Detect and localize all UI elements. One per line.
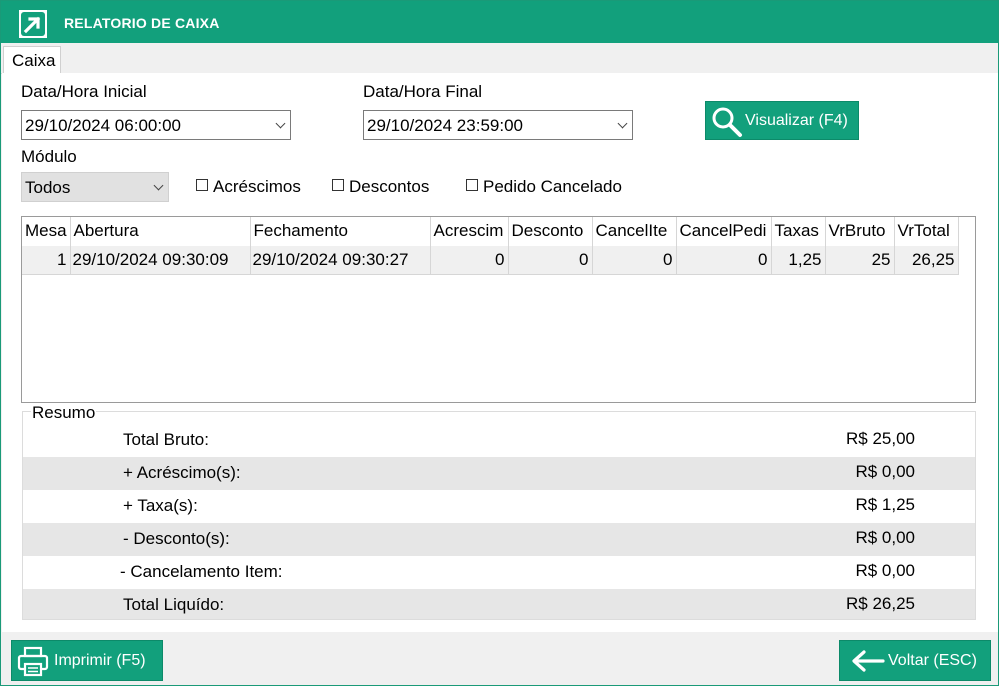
checkbox-box[interactable] xyxy=(332,179,344,191)
start-datetime-value: 29/10/2024 06:00:00 xyxy=(25,116,181,135)
table-cell[interactable]: 1,25 xyxy=(771,246,826,275)
start-datetime-picker[interactable]: 29/10/2024 06:00:00 xyxy=(21,110,291,140)
summary-label: + Acréscimo(s): xyxy=(123,463,241,482)
summary-value: R$ 26,25 xyxy=(846,594,915,613)
back-button-label: Voltar (ESC) xyxy=(888,652,977,669)
window-title: RELATORIO DE CAIXA xyxy=(64,15,220,31)
column-header[interactable]: VrTotal xyxy=(894,217,959,246)
table-cell[interactable]: 29/10/2024 09:30:09 xyxy=(70,246,251,275)
summary-value: R$ 25,00 xyxy=(846,429,915,448)
chevron-down-icon xyxy=(617,118,628,129)
summary-row-cancelamento-item: - Cancelamento Item: R$ 0,00 xyxy=(23,556,975,589)
column-header[interactable]: VrBruto xyxy=(825,217,895,246)
tab-caixa[interactable]: Caixa xyxy=(3,46,61,74)
end-datetime-label: Data/Hora Final xyxy=(363,82,483,101)
summary-label: - Desconto(s): xyxy=(123,529,230,548)
report-window: RELATORIO DE CAIXA Caixa Data/Hora Inici… xyxy=(0,0,999,686)
checkbox-descontos-label: Descontos xyxy=(349,177,430,196)
checkbox-descontos[interactable]: Descontos xyxy=(332,177,429,197)
summary-group: Resumo Total Bruto: R$ 25,00 + Acréscimo… xyxy=(22,403,976,620)
table-cell[interactable]: 26,25 xyxy=(894,246,959,275)
summary-value: R$ 1,25 xyxy=(855,495,915,514)
chevron-down-icon xyxy=(153,180,164,191)
column-header[interactable]: Desconto xyxy=(508,217,593,246)
summary-row-total-liquido: Total Liquído: R$ 26,25 xyxy=(23,589,975,619)
print-button-label: Imprimir (F5) xyxy=(54,652,146,669)
title-bar: RELATORIO DE CAIXA xyxy=(1,1,998,43)
checkbox-box[interactable] xyxy=(196,179,208,191)
column-header[interactable]: Taxas xyxy=(771,217,826,246)
table-cell[interactable]: 29/10/2024 09:30:27 xyxy=(250,246,431,275)
summary-label: - Cancelamento Item: xyxy=(120,562,283,581)
summary-row-acrescimo: + Acréscimo(s): R$ 0,00 xyxy=(23,457,975,490)
column-header[interactable]: CancelIte xyxy=(592,217,677,246)
summary-label: Total Bruto: xyxy=(123,430,209,449)
caixa-panel: Data/Hora Inicial 29/10/2024 06:00:00 Da… xyxy=(2,73,998,632)
checkbox-pedido-cancelado-label: Pedido Cancelado xyxy=(483,177,622,196)
arrow-left-icon xyxy=(852,650,885,672)
summary-value: R$ 0,00 xyxy=(855,462,915,481)
table-cell[interactable]: 0 xyxy=(592,246,677,275)
cash-grid[interactable]: Mesa Abertura Fechamento Acrescim Descon… xyxy=(21,216,976,403)
summary-value: R$ 0,00 xyxy=(855,528,915,547)
summary-label: + Taxa(s): xyxy=(123,496,198,515)
checkbox-acrescimos-label: Acréscimos xyxy=(213,177,301,196)
view-button-label: Visualizar (F4) xyxy=(745,112,848,129)
summary-row-total-bruto: Total Bruto: R$ 25,00 xyxy=(23,424,975,457)
end-datetime-picker[interactable]: 29/10/2024 23:59:00 xyxy=(363,110,633,140)
table-cell[interactable]: 0 xyxy=(508,246,593,275)
column-header[interactable]: CancelPedi xyxy=(676,217,772,246)
module-select[interactable]: Todos xyxy=(21,172,169,202)
summary-label: Total Liquído: xyxy=(123,595,225,614)
column-header[interactable]: Fechamento xyxy=(250,217,431,246)
checkbox-pedido-cancelado[interactable]: Pedido Cancelado xyxy=(466,177,622,197)
summary-row-taxa: + Taxa(s): R$ 1,25 xyxy=(23,490,975,523)
checkbox-acrescimos[interactable]: Acréscimos xyxy=(196,177,301,197)
column-header[interactable]: Acrescim xyxy=(430,217,509,246)
module-label: Módulo xyxy=(21,147,77,166)
column-header[interactable]: Abertura xyxy=(70,217,251,246)
column-header[interactable]: Mesa xyxy=(22,217,71,246)
summary-value: R$ 0,00 xyxy=(855,561,915,580)
back-button[interactable]: Voltar (ESC) xyxy=(839,640,991,681)
table-header-row: Mesa Abertura Fechamento Acrescim Descon… xyxy=(22,217,959,246)
footer-bar: Imprimir (F5) Voltar (ESC) xyxy=(1,632,998,685)
summary-title: Resumo xyxy=(31,403,97,423)
tab-strip: Caixa xyxy=(1,43,998,74)
checkbox-box[interactable] xyxy=(466,179,478,191)
table-cell[interactable]: 1 xyxy=(22,246,71,275)
cash-table: Mesa Abertura Fechamento Acrescim Descon… xyxy=(22,217,959,275)
table-cell[interactable]: 0 xyxy=(430,246,509,275)
end-datetime-value: 29/10/2024 23:59:00 xyxy=(367,116,523,135)
table-cell[interactable]: 25 xyxy=(825,246,895,275)
table-cell[interactable]: 0 xyxy=(676,246,772,275)
table-row[interactable]: 1 29/10/2024 09:30:09 29/10/2024 09:30:2… xyxy=(22,246,959,275)
view-button[interactable]: Visualizar (F4) xyxy=(705,101,859,140)
module-value: Todos xyxy=(25,178,71,197)
summary-row-desconto: - Desconto(s): R$ 0,00 xyxy=(23,523,975,556)
printer-icon xyxy=(17,646,49,677)
app-logo-icon xyxy=(19,10,47,38)
search-icon xyxy=(712,107,742,137)
start-datetime-label: Data/Hora Inicial xyxy=(21,82,147,101)
chevron-down-icon xyxy=(275,118,286,129)
print-button[interactable]: Imprimir (F5) xyxy=(11,640,163,681)
